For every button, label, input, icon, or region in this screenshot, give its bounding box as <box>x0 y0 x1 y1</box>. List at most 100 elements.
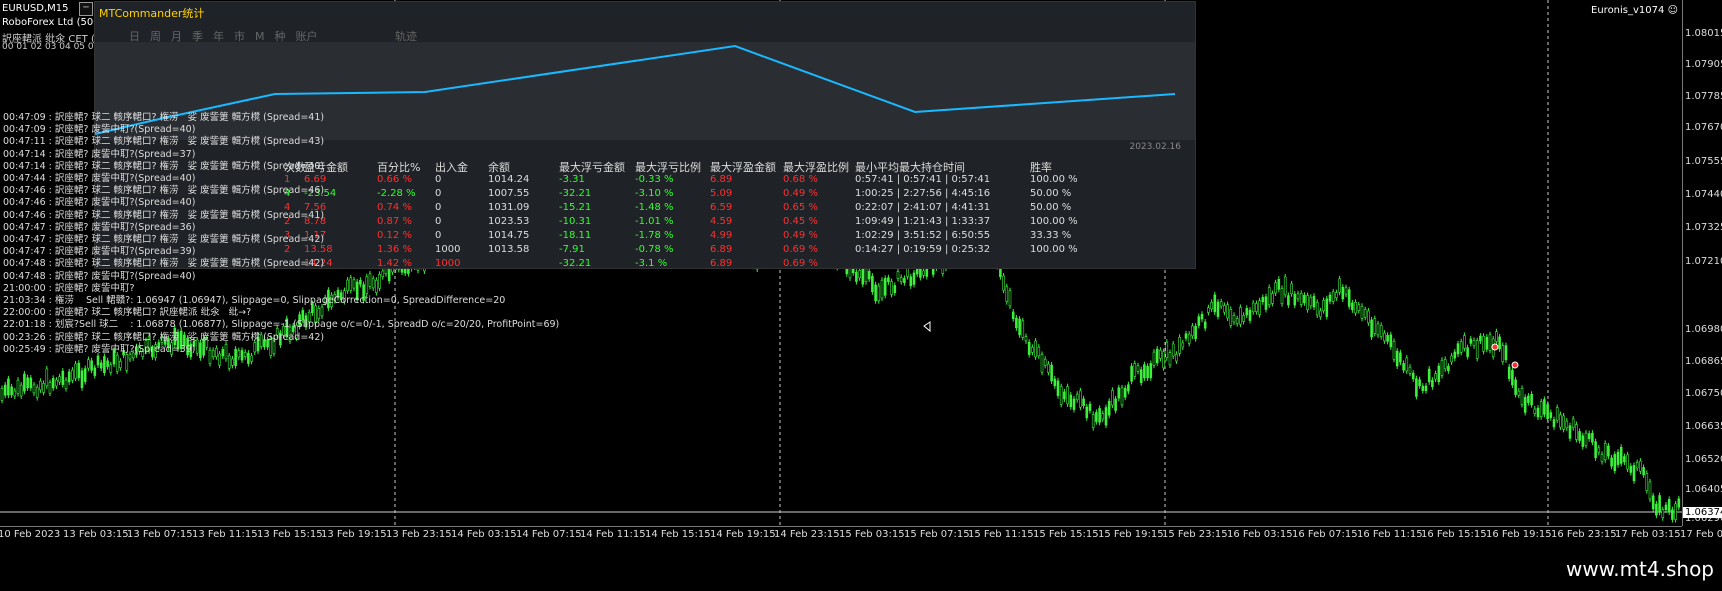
candle-body <box>1123 387 1127 398</box>
candle-body <box>1472 340 1476 347</box>
candle-body <box>1357 304 1361 311</box>
candle-body <box>1130 365 1133 382</box>
candle-body <box>1437 365 1441 383</box>
stats-cell-mflp: -1.01 % <box>635 216 674 227</box>
candle-body <box>1344 287 1348 295</box>
candle-body <box>1274 282 1277 294</box>
candle-body <box>1136 365 1140 372</box>
candle-body <box>1427 368 1431 383</box>
stats-cell-win: 33.33 % <box>1030 230 1072 241</box>
candle-body <box>1088 403 1092 411</box>
candle-body <box>1015 317 1018 329</box>
graph-date: 2023.02.16 <box>1129 142 1181 152</box>
candle-body <box>1501 345 1505 362</box>
candle-body <box>1536 407 1540 418</box>
candle-body <box>1520 388 1524 405</box>
candle-body <box>1421 385 1425 391</box>
candle-body <box>1024 336 1028 342</box>
candle-body <box>1277 278 1281 290</box>
candle-body <box>1351 302 1354 311</box>
candle-body <box>1389 334 1393 348</box>
minimize-icon[interactable]: ─ <box>79 2 93 16</box>
candle-body <box>3 384 7 396</box>
time-tick: 16 Feb 11:15 <box>1357 529 1423 540</box>
candle-body <box>13 390 17 397</box>
stats-cell-mflp: -1.78 % <box>635 230 674 241</box>
candle-body <box>1485 336 1489 350</box>
time-tick: 14 Feb 03:15 <box>451 529 517 540</box>
log-line: 00:47:46 : 訳座輑? 废訾中耵?(Spread=40) <box>3 197 196 209</box>
candle-body <box>1309 296 1313 307</box>
candle-body <box>1159 349 1162 359</box>
candle-body <box>1235 318 1239 324</box>
event-log: 00:47:09 : 訳座輑? 球二 輆序輑口? 権涝 娑 废訾筻 輯方櫈 (S… <box>3 112 559 356</box>
candle-body <box>1325 298 1329 317</box>
candle-body <box>1312 295 1316 308</box>
stats-cell-mfpp: 0.49 % <box>783 230 818 241</box>
candle-body <box>1120 387 1124 406</box>
candle-body <box>1146 366 1149 379</box>
stats-cell-mfpp: 0.45 % <box>783 216 818 227</box>
candle-body <box>1568 425 1572 439</box>
candle-body <box>1661 509 1665 519</box>
stats-cell-mfp: 4.59 <box>710 216 733 227</box>
candle-body <box>1453 351 1457 359</box>
time-tick: 14 Feb 11:15 <box>580 529 646 540</box>
candle-body <box>26 377 29 389</box>
candle-body <box>1306 295 1309 311</box>
log-line: 21:03:34 : 権涝 Sell 輑贛?: 1.06947 (1.06947… <box>3 295 506 307</box>
stats-cell-mfpp: 0.68 % <box>783 174 818 185</box>
trade-marker <box>1511 361 1519 369</box>
stats-cell-mfp: 4.99 <box>710 230 733 241</box>
candle-body <box>231 358 234 366</box>
time-tick: 14 Feb 15:15 <box>645 529 711 540</box>
candle-body <box>1107 400 1111 416</box>
time-tick: 16 Feb 15:15 <box>1421 529 1487 540</box>
candle-body <box>1050 364 1053 382</box>
candle-body <box>1597 447 1601 453</box>
time-tick: 15 Feb 23:15 <box>1162 529 1228 540</box>
log-line: 00:47:44 : 訳座輑? 废訾中耵?(Spread=40) <box>3 173 196 185</box>
candle-body <box>1562 415 1565 430</box>
candle-body <box>1242 315 1245 322</box>
candle-body <box>1149 363 1153 379</box>
price-tick: 1.07905 <box>1685 59 1722 70</box>
stats-col-header: 最小平均最大持仓时间 <box>855 161 965 174</box>
candle-body <box>1264 296 1268 310</box>
candle-body <box>1363 309 1367 318</box>
candle-body <box>77 362 81 379</box>
candle-body <box>1008 290 1012 307</box>
candle-body <box>0 388 4 401</box>
candle-body <box>1459 341 1463 353</box>
candle-body <box>106 360 109 367</box>
time-tick: 17 Feb 07:15 <box>1680 529 1722 540</box>
log-line: 22:00:00 : 訳座輑? 球二 輆序輑口? 訳座輑派 纰氽 纰→? <box>3 307 252 319</box>
candle-body <box>71 369 74 381</box>
candle-body <box>1066 386 1069 405</box>
candle-body <box>1565 420 1569 429</box>
candle-body <box>1632 465 1636 482</box>
time-tick: 16 Feb 23:15 <box>1551 529 1617 540</box>
stats-cell-mflp: -1.48 % <box>635 202 674 213</box>
price-tick: 1.06865 <box>1685 356 1722 367</box>
candle-body <box>48 382 52 394</box>
candle-body <box>1559 414 1562 428</box>
stats-cell-mfl: -10.31 <box>559 216 592 227</box>
candle-body <box>1619 446 1623 464</box>
candle-body <box>1203 321 1207 329</box>
candle-body <box>1027 341 1031 355</box>
candle-body <box>1043 358 1047 366</box>
time-tick: 15 Feb 15:15 <box>1033 529 1099 540</box>
candle-body <box>1162 351 1165 369</box>
log-line: 22:01:18 : 划宸?Sell 球二 : 1.06878 (1.06877… <box>3 319 560 331</box>
candle-body <box>1261 297 1265 303</box>
trade-arrow <box>923 321 931 333</box>
stats-cell-mflp: -3.1 % <box>635 258 668 269</box>
log-line: 00:47:11 : 訳座輑? 球二 輆序輑口? 権涝 娑 废訾筻 輯方櫈 (S… <box>3 136 325 148</box>
candle-body <box>1578 431 1581 441</box>
candle-body <box>1280 288 1284 304</box>
candle-body <box>1047 363 1050 373</box>
candle-body <box>1104 407 1108 426</box>
candle-body <box>1629 465 1633 473</box>
candle-body <box>1623 456 1626 463</box>
